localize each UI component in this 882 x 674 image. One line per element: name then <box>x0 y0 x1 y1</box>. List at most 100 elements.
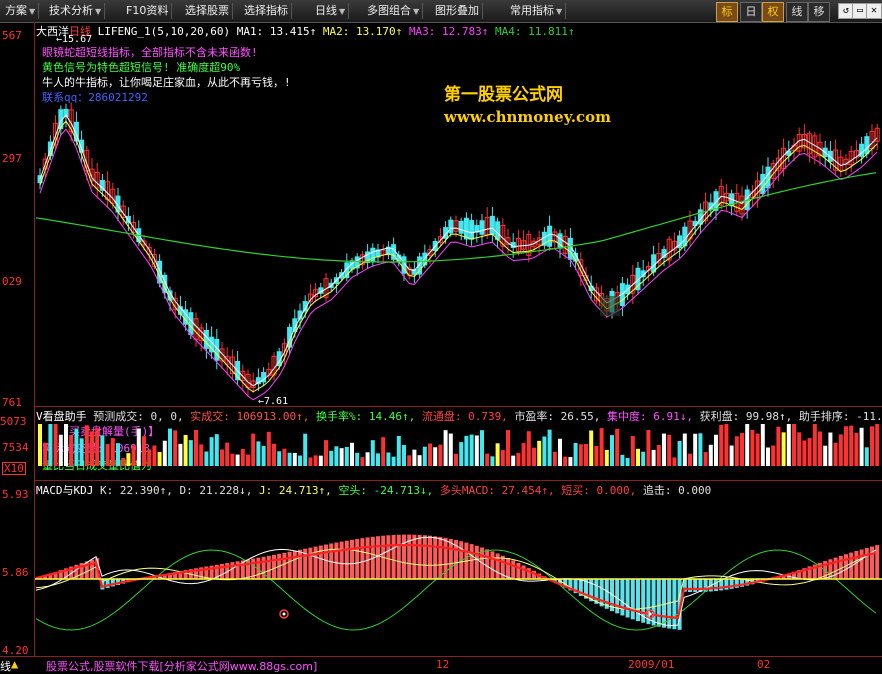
volume-bar <box>288 453 292 466</box>
volume-bar <box>574 443 578 466</box>
candle-down <box>865 137 869 154</box>
volume-bar <box>459 442 463 466</box>
candle-down <box>204 330 208 348</box>
candle-down <box>496 222 500 240</box>
volume-bar <box>423 447 427 466</box>
macd-bar <box>272 555 276 579</box>
macd-bar <box>506 558 510 579</box>
volume-bar <box>449 434 453 466</box>
volume-bar <box>641 452 645 466</box>
volume-bar <box>407 455 411 466</box>
volume-bar <box>579 444 583 466</box>
volume-bar <box>797 432 801 466</box>
volume-bar <box>298 456 302 466</box>
volume-bar <box>142 436 146 466</box>
volume-bar <box>392 457 396 466</box>
macd-bar <box>423 535 427 579</box>
volume-bar <box>418 455 422 466</box>
volume-bar <box>782 432 786 466</box>
volume-bar <box>683 434 687 466</box>
macd-bar <box>293 551 297 579</box>
volume-bar <box>137 428 141 466</box>
volume-bar <box>199 444 203 466</box>
volume-bar <box>184 435 188 466</box>
volume-bar <box>360 457 364 466</box>
volume-bar <box>38 424 42 466</box>
volume-bar <box>225 443 229 466</box>
volume-bar <box>210 437 214 466</box>
volume-bar <box>719 425 723 466</box>
volume-bar <box>397 436 401 466</box>
macd-bar <box>620 579 624 615</box>
volume-bar <box>121 458 125 466</box>
volume-bar <box>766 448 770 466</box>
macd-bar <box>511 560 515 579</box>
candle-down <box>761 174 765 193</box>
volume-bar <box>147 449 151 466</box>
volume-bar <box>215 434 219 466</box>
volume-bar <box>496 443 500 466</box>
volume-bar <box>251 434 255 466</box>
macd-bar <box>355 539 359 579</box>
volume-bar <box>620 455 624 466</box>
volume-bar <box>111 438 115 466</box>
volume-bar <box>293 453 297 466</box>
volume-bar <box>667 435 671 466</box>
volume-bar <box>662 434 666 466</box>
volume-bar <box>355 453 359 466</box>
volume-bar <box>256 441 260 466</box>
volume-bar <box>563 457 567 466</box>
volume-bar <box>163 441 167 466</box>
macd-bar <box>433 536 437 579</box>
moving-average-line <box>40 115 877 386</box>
macd-bar <box>662 579 666 628</box>
macd-bar <box>860 549 864 579</box>
volume-bar <box>527 431 531 466</box>
volume-bar <box>865 447 869 466</box>
moving-average-line <box>40 129 877 400</box>
macd-bar <box>657 579 661 627</box>
volume-bar <box>600 428 604 466</box>
candle-down <box>449 220 453 233</box>
volume-bar <box>236 455 240 466</box>
volume-bar <box>100 435 104 466</box>
volume-bar <box>828 433 832 466</box>
candle-down <box>652 255 656 272</box>
volume-bar <box>610 435 614 466</box>
volume-bar <box>43 443 47 466</box>
volume-bar <box>470 435 474 466</box>
signal-marker-dot <box>649 613 652 616</box>
volume-bar <box>324 440 328 466</box>
volume-bar <box>558 439 562 466</box>
macd-bar <box>449 539 453 579</box>
macd-bar <box>475 546 479 579</box>
volume-bar <box>631 436 635 466</box>
volume-bar <box>672 457 676 466</box>
volume-bar <box>189 440 193 466</box>
chart-canvas[interactable] <box>0 0 882 672</box>
macd-bar <box>298 550 302 579</box>
signal-marker-dot <box>283 613 286 616</box>
volume-bar <box>776 427 780 466</box>
macd-bar <box>267 556 271 579</box>
macd-bar <box>412 535 416 579</box>
cursor-box <box>600 296 620 316</box>
volume-bar <box>516 453 520 466</box>
volume-bar <box>319 456 323 466</box>
volume-bar <box>802 440 806 466</box>
volume-bar <box>475 435 479 466</box>
moving-average-line <box>40 121 877 392</box>
volume-bar <box>132 445 136 466</box>
volume-bar <box>168 429 172 466</box>
volume-bar <box>761 424 765 466</box>
macd-bar <box>496 553 500 579</box>
volume-bar <box>678 441 682 466</box>
macd-bar <box>282 553 286 579</box>
volume-bar <box>126 453 130 466</box>
volume-bar <box>428 443 432 466</box>
candle-down <box>470 221 474 240</box>
volume-bar <box>464 436 468 466</box>
volume-bar <box>386 452 390 466</box>
volume-bar <box>314 455 318 466</box>
volume-bar <box>80 438 84 466</box>
